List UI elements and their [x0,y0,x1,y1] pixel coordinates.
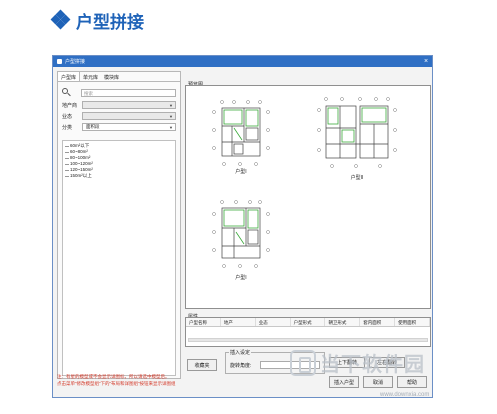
chevron-down-icon: ▼ [169,124,173,130]
column-header[interactable]: 户型名称 [186,318,221,326]
developer-select[interactable]: ▼ [82,101,176,109]
insert-settings-label: 插入设定 [229,349,252,356]
close-icon[interactable]: × [420,58,432,65]
filter-developer: 地产商 ▼ [62,101,176,109]
plan-caption: 户型II [350,175,364,181]
dialog-title: 户型拼接 [65,59,86,65]
page-title: 户型拼接 [76,12,144,33]
filter-format: 业态 ▼ [62,112,176,120]
tab-cell-library[interactable]: 单元库 [80,72,101,81]
preview-pane: 户型I 户型II 户型I [185,85,431,309]
app-icon [57,59,62,64]
floor-plan-drawing [317,97,397,168]
dialog-titlebar: 户型拼接 × [53,56,432,67]
filter-label: 分类 [62,124,73,131]
hint-note: 注：有星的模型或不会显示详图标，所以请选中模型后。 [57,374,170,379]
floor-plan-drawing [212,200,270,268]
hint-note: 点击菜单“修改模型组”下的“布局和详图组”按钮来显示详图组 [57,381,176,386]
watermark: 当下软件园 [290,348,425,377]
cancel-button[interactable]: 取消 [363,376,393,388]
unit-stitch-dialog: 户型拼接 × 户型库 单元库 模块库 搜索 地产商 ▼ 业态 ▼ 分类 面积段 ▼… [52,55,433,398]
category-select[interactable]: 面积段 ▼ [82,123,176,131]
search-icon[interactable] [62,88,71,97]
filter-label: 业态 [62,113,73,120]
library-panel: 户型库 单元库 模块库 搜索 地产商 ▼ 业态 ▼ 分类 面积段 ▼ 60m²以下… [57,71,181,379]
plan-caption: 户型I [235,275,247,281]
column-header[interactable]: 朝卫形式 [325,318,361,326]
help-button[interactable]: 帮助 [397,376,427,388]
chevron-down-icon: ▼ [169,113,173,119]
search-row: 搜索 [62,88,176,97]
watermark-url: www.downxia.com [380,392,430,398]
filter-category: 分类 面积段 ▼ [62,123,176,131]
horizontal-scrollbar[interactable] [188,338,428,342]
column-header[interactable]: 套内面积 [360,318,396,326]
column-header[interactable]: 业态 [256,318,291,326]
search-input[interactable]: 搜索 [81,88,176,97]
properties-table: 户型名称 地产 业态 户型形式 朝卫形式 套内面积 使用面积 [185,317,431,347]
properties-header: 户型名称 地产 业态 户型形式 朝卫形式 套内面积 使用面积 [186,318,431,327]
tab-module-library[interactable]: 模块库 [101,72,122,81]
area-tree: 60m²以下 60~80m² 80~100m² 100~120m² 120~15… [62,140,176,376]
tree-item[interactable]: 150m²以上 [65,173,173,179]
library-tabs: 户型库 单元库 模块库 [58,72,180,82]
chevron-down-icon: ▼ [169,102,173,108]
rotate-angle-label: 旋转角度: [230,363,252,369]
column-header[interactable]: 地产 [221,318,256,326]
floor-plan-drawing [212,100,270,166]
column-header[interactable]: 户型形式 [291,318,326,326]
format-select[interactable]: ▼ [82,112,176,120]
floor-plan-thumbnail[interactable]: 户型II [316,94,398,184]
floor-plan-thumbnail[interactable]: 户型I [210,198,272,284]
floor-plan-thumbnail[interactable]: 户型I [210,98,272,178]
watermark-logo-icon [290,349,316,376]
collect-button[interactable]: 收藏夹 [187,359,217,371]
watermark-text: 当下软件园 [320,352,425,376]
insert-unit-button[interactable]: 插入户型 [329,376,359,388]
page-heading: 户型拼接 [50,8,144,33]
tab-unit-library[interactable]: 户型库 [58,72,81,81]
plan-caption: 户型I [235,169,247,175]
diamond-cluster-icon [50,9,71,30]
column-header[interactable]: 使用面积 [395,318,431,326]
filter-label: 地产商 [62,102,78,109]
